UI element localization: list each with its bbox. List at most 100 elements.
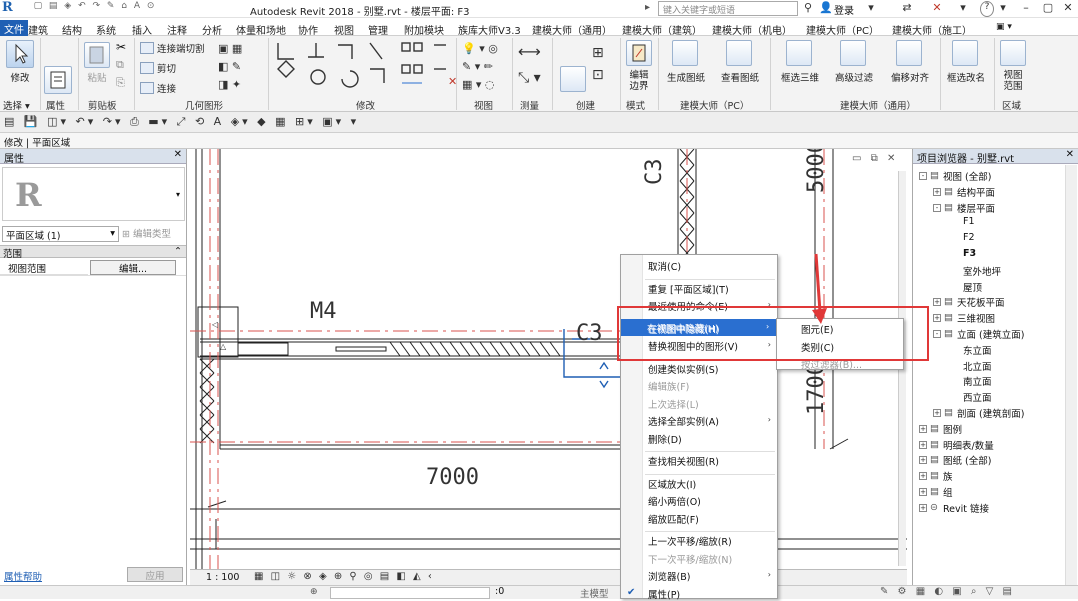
view-control-icons[interactable]: ▦ ◫ ☼ ⊗ ◈ ⊕ ⚲ ◎ ▤ ◧ ◭ ‹ [254,571,434,582]
tab-modeling-pc[interactable]: 建模大师（PC） [806,22,879,37]
tree-item[interactable]: 楼层平面 [957,201,995,215]
tab-modeling-arch[interactable]: 建模大师（建筑） [622,22,702,37]
dimension-icon[interactable]: ⤡ ▾ [518,70,541,86]
context-menu-item[interactable]: 浏览器(B) [648,569,690,583]
exchange-icon[interactable]: ⇄ [900,1,914,17]
properties-icon[interactable] [44,66,72,94]
design-option[interactable]: 主模型 [580,586,609,600]
context-menu-item[interactable]: 创建类似实例(S) [648,362,718,376]
context-menu-item[interactable]: 选择全部实例(A) [648,414,719,428]
generate-drawing-icon[interactable] [672,40,698,66]
tab-modeling-mep[interactable]: 建模大师（机电） [712,22,792,37]
instance-filter-dropdown[interactable]: 平面区域 (1) ▾ [2,226,119,242]
window-tag-c3[interactable]: C3 [576,321,603,346]
tree-item[interactable]: 族 [943,469,953,483]
create-part-icon[interactable] [560,66,586,92]
advanced-filter-button[interactable]: 高级过滤 [830,70,878,84]
context-menu-item[interactable]: 重复 [平面区域](T) [648,282,729,296]
tree-toggle-icon[interactable]: + [933,409,941,417]
tree-toggle-icon[interactable]: + [933,314,941,323]
paste-button[interactable]: 粘贴 [80,70,114,84]
cut-join-icon[interactable] [140,42,154,54]
help-menu-icon[interactable]: ▾ [998,1,1008,17]
select-dropdown[interactable]: 选择 ▾ [3,98,30,112]
view-window-controls[interactable]: ▭ ⧉ ✕ [852,153,898,164]
tree-toggle-icon[interactable]: + [919,456,927,465]
context-menu-item[interactable]: 区域放大(I) [648,477,696,491]
generate-drawing-button[interactable]: 生成图纸 [662,70,710,84]
tree-toggle-icon[interactable]: + [919,503,927,512]
offset-align-button[interactable]: 偏移对齐 [886,70,934,84]
advanced-filter-icon[interactable] [840,40,866,66]
dropdown-icon[interactable]: ▾ [865,1,877,17]
revit-logo-icon[interactable]: R [2,0,16,16]
status-icons[interactable]: ✎ ⚙ ▦ ◐ ▣ ⌕ ▽ ▤ [880,586,1015,597]
view-range-icon[interactable] [1000,40,1026,66]
tree-item[interactable]: 北立面 [963,359,992,373]
user-icon[interactable]: 👤 [818,1,834,17]
tab-file[interactable]: 文件 [0,20,28,36]
tree-item[interactable]: 明细表/数量 [943,438,994,452]
type-selector[interactable]: R ▾ [2,167,185,221]
tree-item[interactable]: 室外地坪 [963,264,1001,278]
context-menu-item[interactable]: 上一次平移/缩放(R) [648,534,732,548]
box-3d-button[interactable]: 框选三维 [776,70,824,84]
tree-toggle-icon[interactable]: - [919,172,927,180]
tree-item[interactable]: 西立面 [963,390,992,404]
context-menu-item[interactable]: 缩放匹配(F) [648,512,699,526]
tree-item[interactable]: 组 [943,485,953,499]
tree-item[interactable]: 屋顶 [963,280,982,294]
autodesk-icon[interactable]: ✕ [930,1,944,17]
dimension-5000[interactable]: 5000 [804,149,829,193]
cut-geometry-icon[interactable] [140,62,154,74]
tab-annotate[interactable]: 注释 [167,22,187,37]
tree-item[interactable]: 图纸 (全部) [943,453,991,467]
tree-toggle-icon[interactable]: + [933,298,941,307]
tab-family-library[interactable]: 族库大师V3.3 [458,22,521,37]
modify-arrow-icon[interactable] [6,40,34,68]
tab-more-icon[interactable]: ▣ ▾ [996,22,1012,32]
quick-toolbar-icons[interactable]: ▤ 💾 ◫▾ ↶▾ ↷▾ ⎙ ▬▾ ⤢ ⟲ A ◈▾ ◆ ▦ ⊞▾ ▣▾ ▾ [4,115,359,129]
tree-toggle-icon[interactable]: + [919,424,927,433]
tab-manage[interactable]: 管理 [368,22,388,37]
view-range-edit-button[interactable]: 编辑... [90,260,176,275]
tree-item[interactable]: 剖面 (建筑剖面) [957,406,1024,420]
box-rename-button[interactable]: 框选改名 [942,70,990,84]
edit-type-button[interactable]: ⊞ 编辑类型 [122,226,184,242]
login-link[interactable]: 登录 [834,2,854,17]
apply-button[interactable]: 应用 [127,567,183,582]
box-3d-icon[interactable] [786,40,812,66]
context-menu-item[interactable]: 上次选择(L) [648,397,699,411]
dimension-7000[interactable]: 7000 [426,465,479,490]
tab-architecture[interactable]: 建筑 [28,22,48,37]
tree-item[interactable]: Revit 链接 [943,501,989,515]
view-drawing-button[interactable]: 查看图纸 [716,70,764,84]
edit-boundary-icon[interactable] [626,40,652,66]
section-range[interactable]: 范围 ⌃ [0,245,186,260]
tab-view[interactable]: 视图 [334,22,354,37]
context-menu-item[interactable]: 缩小两倍(O) [648,494,701,508]
tab-massing[interactable]: 体量和场地 [236,22,286,37]
create-tools-icons[interactable]: ⊞ ⊡ [592,42,604,86]
tab-analyze[interactable]: 分析 [202,22,222,37]
tree-item[interactable]: 结构平面 [957,185,995,199]
tree-item[interactable]: F2 [963,232,975,243]
tree-item[interactable]: 三维视图 [957,311,995,325]
context-menu-item[interactable]: 编辑族(F) [648,379,689,393]
view-tools-icons[interactable]: 💡 ▾ ◎ ✎ ▾ ✏ ▦ ▾ ◌ [462,40,510,94]
tree-toggle-icon[interactable]: - [933,203,941,212]
tree-item[interactable]: F3 [963,248,976,259]
cut-scissors-icon[interactable]: ✂ [116,40,126,54]
tree-toggle-icon[interactable]: + [919,440,927,449]
window-tag-c3-top[interactable]: C3 [642,159,667,186]
quick-access-icons[interactable]: ▢ ▤ ◈ ↶ ↷ ✎ ⌂ A ⊙ [20,1,170,17]
modify-button[interactable]: 修改 [6,70,34,84]
tree-item[interactable]: 立面 (建筑立面) [957,327,1024,341]
tree-toggle-icon[interactable]: + [919,472,927,481]
tree-item[interactable]: 视图 (全部) [943,169,991,183]
tree-item[interactable]: 图例 [943,422,962,436]
copy-icon[interactable]: ⧉ [116,58,124,72]
cut-button[interactable]: 剪切 [157,61,176,75]
tab-collaborate[interactable]: 协作 [298,22,318,37]
search-input[interactable]: 键入关键字或短语 [658,1,798,16]
